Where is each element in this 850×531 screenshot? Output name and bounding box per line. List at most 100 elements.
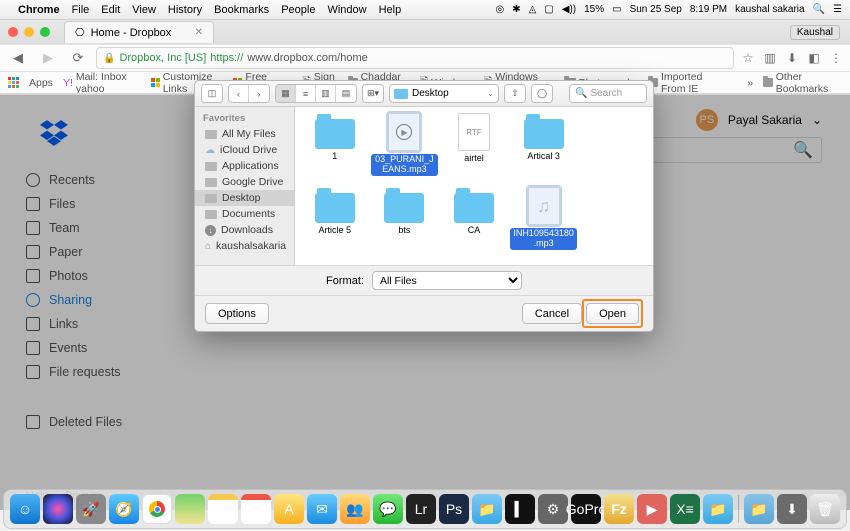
active-app-name[interactable]: Chrome bbox=[18, 4, 60, 16]
dock-folder-2-icon[interactable]: 📁 bbox=[703, 494, 733, 524]
nav-events[interactable]: Events bbox=[0, 336, 194, 360]
dock-lightroom-icon[interactable]: Lr bbox=[406, 494, 436, 524]
cancel-button[interactable]: Cancel bbox=[522, 303, 582, 324]
tab-dropbox[interactable]: ⎔ Home - Dropbox ✕ bbox=[64, 21, 214, 43]
star-bookmark-icon[interactable]: ☆ bbox=[740, 50, 756, 66]
maximize-window-button[interactable] bbox=[40, 27, 50, 37]
spotlight-icon[interactable]: 🔍 bbox=[813, 4, 825, 15]
circle-status-icon[interactable]: ◎ bbox=[495, 4, 504, 15]
dock-friends-icon[interactable]: 👥 bbox=[340, 494, 370, 524]
format-select[interactable]: All Files bbox=[372, 271, 522, 290]
nav-back-button[interactable]: ‹ bbox=[229, 85, 249, 102]
menu-people[interactable]: People bbox=[281, 4, 315, 16]
tab-close-icon[interactable]: ✕ bbox=[195, 27, 203, 38]
nav-sharing[interactable]: Sharing bbox=[0, 288, 194, 312]
dock-calendar-icon[interactable]: 25 bbox=[241, 494, 271, 524]
dropbox-account[interactable]: PS Payal Sakaria ⌄ bbox=[696, 109, 822, 131]
nav-links[interactable]: Links bbox=[0, 312, 194, 336]
airplay-icon[interactable]: ▢ bbox=[544, 4, 553, 15]
dropbox-search[interactable]: 🔍 bbox=[652, 137, 822, 163]
extension-a-icon[interactable]: ▥ bbox=[762, 50, 778, 66]
nav-photos[interactable]: Photos bbox=[0, 264, 194, 288]
dock-settings-icon[interactable]: ⚙ bbox=[538, 494, 568, 524]
dock-trash-icon[interactable]: 🗑 bbox=[810, 494, 840, 524]
dock-excel-icon[interactable]: X≡ bbox=[670, 494, 700, 524]
menu-window[interactable]: Window bbox=[327, 4, 366, 16]
bookmarks-overflow[interactable]: » bbox=[747, 77, 753, 89]
file-item[interactable]: Article 5 bbox=[301, 187, 369, 259]
back-button[interactable]: ◀ bbox=[6, 47, 30, 69]
menu-view[interactable]: View bbox=[132, 4, 156, 16]
nav-file-requests[interactable]: File requests bbox=[0, 360, 194, 384]
download-icon[interactable]: ⬇ bbox=[784, 50, 800, 66]
menu-edit[interactable]: Edit bbox=[101, 4, 120, 16]
file-item[interactable]: Artical 3 bbox=[510, 113, 578, 185]
sidebar-toggle-icon[interactable]: ◫ bbox=[202, 85, 222, 102]
menubar-user[interactable]: kaushal sakaria bbox=[735, 4, 804, 15]
extension-c-icon[interactable]: ◧ bbox=[806, 50, 822, 66]
view-list-button[interactable]: ≡ bbox=[296, 85, 316, 102]
wifi-icon[interactable]: ◬ bbox=[529, 4, 537, 15]
open-button[interactable]: Open bbox=[586, 303, 639, 324]
dock-maps-icon[interactable] bbox=[175, 494, 205, 524]
dock-messages-icon[interactable]: 💬 bbox=[373, 494, 403, 524]
group-button[interactable]: ⊞▾ bbox=[363, 85, 383, 102]
sidebar-desktop[interactable]: Desktop bbox=[195, 190, 294, 206]
volume-icon[interactable]: ◀)) bbox=[562, 4, 576, 15]
nav-deleted[interactable]: Deleted Files bbox=[0, 410, 194, 434]
dock-stack-icon[interactable]: 📁 bbox=[744, 494, 774, 524]
file-item[interactable]: ♫INH109543180.mp3 bbox=[510, 187, 578, 259]
reload-button[interactable]: ⟳ bbox=[66, 47, 90, 69]
bookmark-apps[interactable]: Apps bbox=[29, 77, 53, 89]
view-columns-button[interactable]: ▥ bbox=[316, 85, 336, 102]
notification-center-icon[interactable]: ☰ bbox=[833, 4, 842, 15]
dock-terminal-icon[interactable]: ▍ bbox=[505, 494, 535, 524]
sidebar-all-my-files[interactable]: All My Files bbox=[195, 126, 294, 142]
sidebar-applications[interactable]: Applications bbox=[195, 158, 294, 174]
close-window-button[interactable] bbox=[8, 27, 18, 37]
view-icons-button[interactable]: ▦ bbox=[276, 85, 296, 102]
dock-filezilla-icon[interactable]: Fz bbox=[604, 494, 634, 524]
menu-bookmarks[interactable]: Bookmarks bbox=[214, 4, 269, 16]
file-item[interactable]: 1 bbox=[301, 113, 369, 185]
menu-history[interactable]: History bbox=[168, 4, 202, 16]
menu-help[interactable]: Help bbox=[379, 4, 402, 16]
file-item[interactable]: ▶03_PURANI_JEANS.mp3 bbox=[371, 113, 439, 185]
dock-downloads-icon[interactable]: ⬇ bbox=[777, 494, 807, 524]
nav-files[interactable]: Files bbox=[0, 192, 194, 216]
address-bar[interactable]: 🔒 Dropbox, Inc [US] https://www.dropbox.… bbox=[96, 47, 734, 69]
apps-grid-icon[interactable] bbox=[8, 77, 19, 89]
menu-file[interactable]: File bbox=[72, 4, 90, 16]
fan-icon[interactable]: ✱ bbox=[512, 4, 520, 15]
dock-chrome-icon[interactable] bbox=[142, 494, 172, 524]
nav-team[interactable]: Team bbox=[0, 216, 194, 240]
sidebar-googledrive[interactable]: Google Drive bbox=[195, 174, 294, 190]
dock-app-a-icon[interactable]: A bbox=[274, 494, 304, 524]
sidebar-documents[interactable]: Documents bbox=[195, 206, 294, 222]
options-button[interactable]: Options bbox=[205, 303, 269, 324]
menubar-time[interactable]: 8:19 PM bbox=[690, 4, 727, 15]
battery-icon[interactable]: ▭ bbox=[612, 4, 621, 15]
dock-folder-1-icon[interactable]: 📁 bbox=[472, 494, 502, 524]
dropbox-logo[interactable] bbox=[40, 119, 194, 152]
dock-finder-icon[interactable]: ☺ bbox=[10, 494, 40, 524]
dock-photoshop-icon[interactable]: Ps bbox=[439, 494, 469, 524]
other-bookmarks[interactable]: Other Bookmarks bbox=[763, 72, 842, 94]
nav-paper[interactable]: Paper bbox=[0, 240, 194, 264]
file-item[interactable]: CA bbox=[440, 187, 508, 259]
sidebar-home[interactable]: ⌂kaushalsakaria bbox=[195, 238, 294, 254]
bookmark-imported-ie[interactable]: Imported From IE bbox=[648, 72, 727, 94]
battery-percent[interactable]: 15% bbox=[584, 4, 604, 15]
dock-safari-icon[interactable]: 🧭 bbox=[109, 494, 139, 524]
tags-button[interactable]: ◯ bbox=[532, 85, 552, 102]
dock-siri-icon[interactable] bbox=[43, 494, 73, 524]
sidebar-toggle[interactable]: ◫ bbox=[201, 84, 223, 103]
dock-gopro-icon[interactable]: GoPro bbox=[571, 494, 601, 524]
forward-button[interactable]: ▶ bbox=[36, 47, 60, 69]
nav-recents[interactable]: Recents bbox=[0, 168, 194, 192]
sidebar-downloads[interactable]: ↓Downloads bbox=[195, 222, 294, 238]
share-button[interactable]: ⇧ bbox=[505, 85, 525, 102]
location-dropdown[interactable]: Desktop ⌄ bbox=[389, 84, 499, 103]
dock-mail-icon[interactable]: ✉ bbox=[307, 494, 337, 524]
menubar-date[interactable]: Sun 25 Sep bbox=[630, 4, 682, 15]
